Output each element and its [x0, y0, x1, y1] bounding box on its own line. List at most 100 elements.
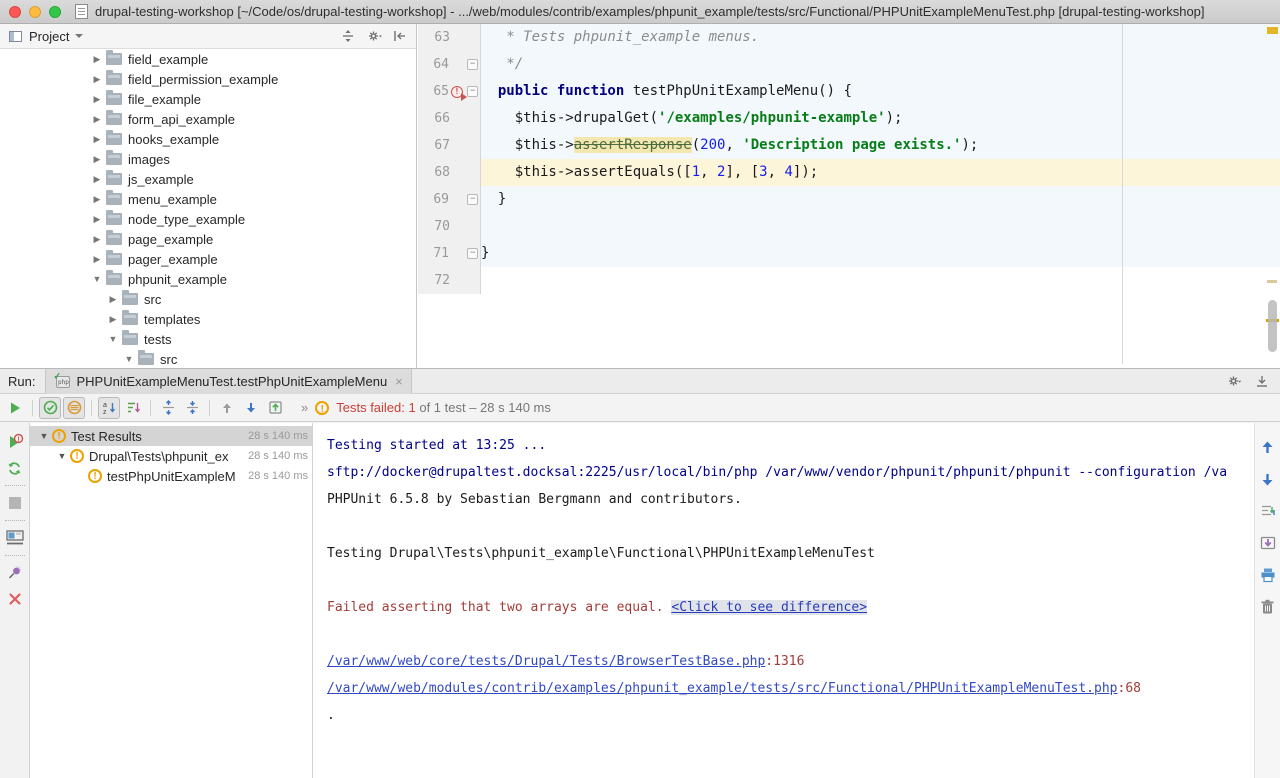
sort-alphabetically-toggle[interactable]: az — [98, 397, 120, 419]
code-line-65[interactable]: 65!− public function testPhpUnitExampleM… — [418, 78, 1280, 105]
console-link[interactable]: /var/www/web/core/tests/Drupal/Tests/Bro… — [327, 654, 765, 669]
rerun-test-button[interactable] — [5, 458, 25, 478]
project-tree-item-node_type_example[interactable]: ▶node_type_example — [0, 209, 416, 229]
gear-icon[interactable] — [366, 28, 382, 44]
code-text[interactable]: } — [481, 186, 1280, 213]
code-text[interactable] — [481, 267, 1280, 294]
rerun-button[interactable] — [4, 397, 26, 419]
collapse-all-button[interactable] — [181, 397, 203, 419]
minimize-window-button[interactable] — [29, 6, 41, 18]
chevron-collapsed-icon[interactable]: ▶ — [92, 174, 102, 185]
code-line-69[interactable]: 69− } — [418, 186, 1280, 213]
project-tree-item-js_example[interactable]: ▶js_example — [0, 169, 416, 189]
close-icon[interactable] — [5, 589, 25, 609]
console-link[interactable]: <Click to see difference> — [671, 600, 867, 615]
project-tree-item-templates[interactable]: ▶templates — [0, 309, 416, 329]
code-line-64[interactable]: 64− */ — [418, 51, 1280, 78]
code-line-63[interactable]: 63 * Tests phpunit_example menus. — [418, 24, 1280, 51]
code-text[interactable]: $this->assertResponse(200, 'Description … — [481, 132, 1280, 159]
print-icon[interactable] — [1259, 566, 1277, 584]
chevron-collapsed-icon[interactable]: ▶ — [92, 74, 102, 85]
soft-wrap-icon[interactable] — [1259, 502, 1277, 520]
code-line-66[interactable]: 66 $this->drupalGet('/examples/phpunit-e… — [418, 105, 1280, 132]
project-tree-item-src[interactable]: ▶src — [0, 289, 416, 309]
expand-all-button[interactable] — [157, 397, 179, 419]
code-text[interactable]: * Tests phpunit_example menus. — [481, 24, 1280, 51]
fold-marker-icon[interactable]: − — [467, 248, 478, 259]
import-test-results-button[interactable] — [264, 397, 286, 419]
code-line-68[interactable]: 68 $this->assertEquals([1, 2], [3, 4]); — [418, 159, 1280, 186]
gear-icon[interactable] — [1226, 373, 1242, 389]
test-tree-item[interactable]: !testPhpUnitExampleM28 s 140 ms — [30, 466, 312, 486]
close-tab-icon[interactable]: × — [395, 374, 403, 389]
hide-panel-down-icon[interactable] — [1254, 373, 1270, 389]
chevron-collapsed-icon[interactable]: ▶ — [92, 114, 102, 125]
code-text[interactable]: public function testPhpUnitExampleMenu()… — [481, 78, 1280, 105]
code-text[interactable] — [481, 213, 1280, 240]
code-text[interactable]: } — [481, 240, 1280, 267]
locate-file-icon[interactable] — [340, 28, 356, 44]
project-tree-item-menu_example[interactable]: ▶menu_example — [0, 189, 416, 209]
chevron-expanded-icon[interactable]: ▼ — [124, 354, 134, 364]
code-line-72[interactable]: 72 — [418, 267, 1280, 294]
code-text[interactable]: */ — [481, 51, 1280, 78]
chevron-collapsed-icon[interactable]: ▶ — [92, 194, 102, 205]
test-tree-item[interactable]: ▼!Test Results28 s 140 ms — [30, 426, 312, 446]
project-tree-item-images[interactable]: ▶images — [0, 149, 416, 169]
hide-panel-icon[interactable] — [392, 28, 408, 44]
chevron-collapsed-icon[interactable]: ▶ — [108, 314, 118, 325]
fold-marker-icon[interactable]: − — [467, 59, 478, 70]
sort-by-duration-button[interactable] — [122, 397, 144, 419]
project-tree-item-form_api_example[interactable]: ▶form_api_example — [0, 109, 416, 129]
editor-gutter[interactable]: 64− — [418, 51, 481, 78]
editor-gutter[interactable]: 69− — [418, 186, 481, 213]
rerun-failed-tests-button[interactable]: ! — [5, 432, 25, 452]
error-stripe-mark[interactable] — [1267, 280, 1277, 283]
chevron-collapsed-icon[interactable]: ▶ — [108, 294, 118, 305]
zoom-window-button[interactable] — [49, 6, 61, 18]
restore-layout-icon[interactable] — [5, 528, 25, 548]
run-tab[interactable]: php✓ PHPUnitExampleMenuTest.testPhpUnitE… — [45, 369, 411, 394]
chevron-expanded-icon[interactable]: ▼ — [36, 431, 52, 441]
editor-gutter[interactable]: 68 — [418, 159, 481, 186]
editor-gutter[interactable]: 66 — [418, 105, 481, 132]
clear-console-icon[interactable] — [1259, 598, 1277, 616]
test-failed-gutter-icon[interactable]: ! — [451, 86, 463, 98]
project-panel-header[interactable]: Project — [0, 24, 416, 49]
chevron-collapsed-icon[interactable]: ▶ — [92, 254, 102, 265]
chevron-expanded-icon[interactable]: ▼ — [54, 451, 70, 461]
project-tree-item-file_example[interactable]: ▶file_example — [0, 89, 416, 109]
chevron-expanded-icon[interactable]: ▼ — [108, 334, 118, 344]
pin-icon[interactable] — [5, 563, 25, 583]
up-stack-trace-icon[interactable] — [1259, 438, 1277, 456]
export-results-icon[interactable] — [1259, 534, 1277, 552]
test-tree-item[interactable]: ▼!Drupal\Tests\phpunit_ex28 s 140 ms — [30, 446, 312, 466]
fold-marker-icon[interactable]: − — [467, 194, 478, 205]
editor-gutter[interactable]: 72 — [418, 267, 481, 294]
chevron-collapsed-icon[interactable]: ▶ — [92, 154, 102, 165]
project-tree-item-pager_example[interactable]: ▶pager_example — [0, 249, 416, 269]
editor-gutter[interactable]: 65!− — [418, 78, 481, 105]
project-tree-item-src[interactable]: ▼src — [0, 349, 416, 368]
chevron-collapsed-icon[interactable]: ▶ — [92, 134, 102, 145]
console-link[interactable]: /var/www/web/modules/contrib/examples/ph… — [327, 681, 1118, 696]
test-console[interactable]: Testing started at 13:25 ...sftp://docke… — [313, 423, 1280, 778]
editor-gutter[interactable]: 71− — [418, 240, 481, 267]
down-stack-trace-icon[interactable] — [1259, 470, 1277, 488]
close-window-button[interactable] — [9, 6, 21, 18]
editor-scrollbar[interactable] — [1268, 300, 1277, 352]
project-tree-item-phpunit_example[interactable]: ▼phpunit_example — [0, 269, 416, 289]
show-ignored-toggle[interactable] — [63, 397, 85, 419]
project-tree-item-tests[interactable]: ▼tests — [0, 329, 416, 349]
editor-gutter[interactable]: 67 — [418, 132, 481, 159]
project-tree-item-page_example[interactable]: ▶page_example — [0, 229, 416, 249]
editor-gutter[interactable]: 70 — [418, 213, 481, 240]
next-failed-test-button[interactable] — [240, 397, 262, 419]
toolbar-overflow-chevrons[interactable]: » — [301, 400, 307, 415]
chevron-collapsed-icon[interactable]: ▶ — [92, 234, 102, 245]
chevron-down-icon[interactable] — [75, 34, 83, 38]
code-editor[interactable]: 63 * Tests phpunit_example menus.64− */6… — [418, 24, 1280, 368]
code-line-67[interactable]: 67 $this->assertResponse(200, 'Descripti… — [418, 132, 1280, 159]
chevron-expanded-icon[interactable]: ▼ — [92, 274, 102, 284]
editor-gutter[interactable]: 63 — [418, 24, 481, 51]
